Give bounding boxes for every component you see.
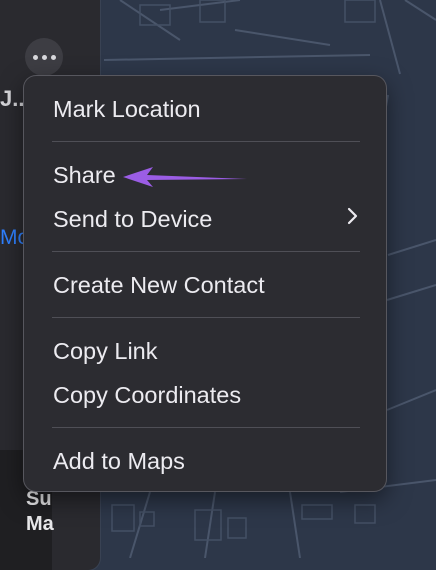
ellipsis-icon xyxy=(32,54,38,60)
menu-separator xyxy=(52,141,360,142)
menu-item-create-new-contact[interactable]: Create New Contact xyxy=(53,270,265,300)
chevron-right-icon xyxy=(347,207,358,225)
menu-item-copy-link[interactable]: Copy Link xyxy=(53,336,158,366)
sidebar-footer-text-2: Ma xyxy=(26,513,54,535)
context-menu: Mark Location Share Send to Device Creat… xyxy=(24,76,386,491)
sidebar-title-partial: J.. xyxy=(0,86,25,111)
menu-separator xyxy=(52,317,360,318)
menu-separator xyxy=(52,427,360,428)
menu-item-send-to-device[interactable]: Send to Device xyxy=(53,204,212,234)
menu-item-share[interactable]: Share xyxy=(53,160,116,190)
ellipsis-icon xyxy=(50,54,56,60)
annotation-arrow-icon xyxy=(123,167,247,187)
menu-item-copy-coordinates[interactable]: Copy Coordinates xyxy=(53,380,241,410)
menu-item-add-to-maps[interactable]: Add to Maps xyxy=(53,446,185,476)
more-options-button[interactable] xyxy=(25,38,63,76)
sidebar-footer-text-1: Su xyxy=(26,488,52,510)
ellipsis-icon xyxy=(41,54,47,60)
menu-item-mark-location[interactable]: Mark Location xyxy=(53,94,201,124)
menu-separator xyxy=(52,251,360,252)
